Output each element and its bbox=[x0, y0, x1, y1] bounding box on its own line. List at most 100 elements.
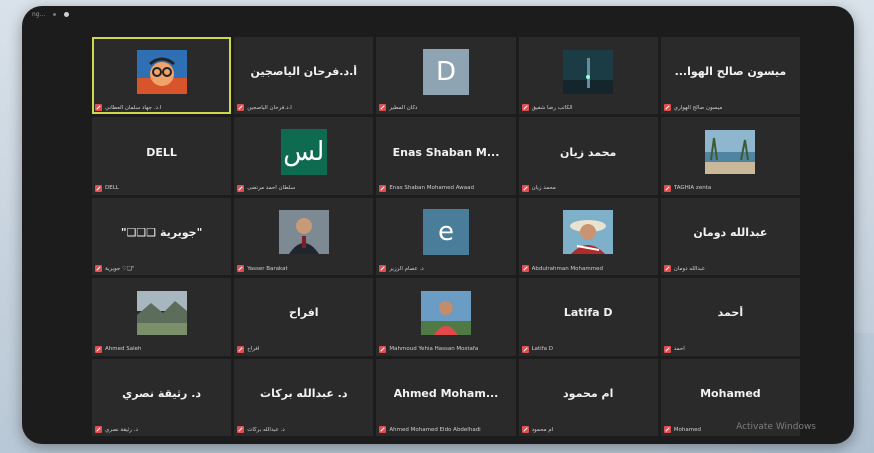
muted-mic-icon bbox=[663, 184, 671, 192]
participant-label-text: ميسون صالح الهواري bbox=[673, 104, 723, 111]
participant-video-thumbnail bbox=[278, 210, 329, 255]
participant-display-name: د. رثيقة نصري bbox=[122, 386, 202, 400]
window-title: ng... bbox=[32, 10, 46, 18]
participant-name-label: محمد زيان bbox=[521, 184, 556, 192]
participant-tile[interactable]: Ahmed Saleh bbox=[92, 278, 232, 356]
participant-tile[interactable]: لس سلطان أحمد مرتضى bbox=[234, 117, 374, 195]
participant-label-text: أ.د.فرحان الياصجين bbox=[247, 104, 292, 111]
participant-name-label: Latifa D bbox=[521, 345, 554, 353]
participant-label-text: سلطان أحمد مرتضى bbox=[247, 185, 296, 192]
participant-display-name: Mohamed bbox=[700, 386, 761, 400]
participant-grid: أ.د. جهاد سلمان العطاني أ.د.فرحان الياصجي… bbox=[92, 37, 800, 436]
participant-label-text: Latifa D bbox=[531, 346, 554, 353]
participant-tile[interactable]: د. رثيقة نصري د. رثيقة نصري bbox=[92, 358, 232, 436]
participant-video-thumbnail bbox=[705, 130, 756, 175]
participant-display-name: Latifa D bbox=[563, 306, 613, 320]
participant-tile[interactable]: Mahmoud Yehia Hassan Mostafa bbox=[376, 278, 516, 356]
participant-label-text: Ahmed Mohamed Eldo Abdelhadi bbox=[389, 426, 481, 433]
participant-display-name: DELL bbox=[146, 145, 177, 159]
participant-name-label: الكاتب رضا شفيق bbox=[521, 104, 573, 112]
participant-tile[interactable]: أ.د.فرحان الياصجين أ.د.فرحان الياصجين bbox=[234, 37, 374, 115]
muted-mic-icon bbox=[663, 265, 671, 273]
muted-mic-icon bbox=[237, 345, 245, 353]
participant-tile[interactable]: الكاتب رضا شفيق bbox=[518, 37, 658, 115]
participant-name-label: Mohamed bbox=[663, 426, 701, 433]
muted-mic-icon bbox=[95, 345, 102, 353]
muted-mic-icon bbox=[521, 345, 529, 353]
participant-tile[interactable]: Latifa D Latifa D bbox=[518, 278, 658, 356]
muted-mic-icon bbox=[237, 104, 245, 112]
participant-label-text: Enas Shaban Mohamed Awaad bbox=[389, 185, 474, 192]
participant-name-label: Ahmed Saleh bbox=[95, 345, 142, 353]
participant-tile[interactable]: افراح افراح bbox=[234, 278, 374, 356]
muted-mic-icon bbox=[95, 104, 102, 112]
letter-avatar: لس bbox=[280, 129, 327, 176]
participant-name-label: DELL bbox=[95, 184, 119, 192]
participant-display-name: ...ميسون صالح الهوا bbox=[674, 65, 787, 79]
participant-tile[interactable]: ...ميسون صالح الهوا ميسون صالح الهواري bbox=[660, 37, 800, 115]
participant-name-label: دكان المطير bbox=[379, 104, 418, 112]
muted-mic-icon bbox=[521, 184, 529, 192]
participant-tile[interactable]: أحمد أحمد bbox=[660, 278, 800, 356]
muted-mic-icon bbox=[663, 345, 671, 353]
participant-display-name: د. عبدالله بركات bbox=[260, 386, 348, 400]
participant-video-thumbnail bbox=[563, 49, 614, 94]
participant-name-label: عبدالله دومان bbox=[663, 265, 705, 273]
participant-label-text: د. رثيقة نصري bbox=[105, 426, 138, 433]
participant-display-name: افراح bbox=[289, 306, 319, 320]
participant-name-label: ام محمود bbox=[521, 426, 553, 433]
participant-tile[interactable]: e د. عصام الرزير bbox=[376, 197, 516, 276]
recording-dot-icon bbox=[53, 12, 57, 16]
muted-mic-icon bbox=[521, 426, 529, 433]
participant-label-text: Ahmed Saleh bbox=[105, 346, 142, 353]
participant-name-label: د. عبدالله بركات bbox=[237, 426, 285, 433]
participant-tile[interactable]: DELL DELL bbox=[92, 117, 232, 195]
participant-label-text: DELL bbox=[105, 185, 119, 192]
participant-label-text: أ.د. جهاد سلمان العطاني bbox=[105, 104, 162, 111]
participant-name-label: د. رثيقة نصري bbox=[95, 426, 138, 433]
participant-tile[interactable]: "❑❑❑ جويرية" جويرية ♡❑" bbox=[92, 197, 232, 276]
participant-tile[interactable]: ام محمود ام محمود bbox=[518, 358, 658, 436]
participant-tile[interactable]: Ahmed Moham... Ahmed Mohamed Eldo Abdelha… bbox=[376, 358, 516, 436]
participant-name-label: Abdulrahman Mohammed bbox=[521, 265, 603, 273]
muted-mic-icon bbox=[237, 265, 245, 273]
participant-tile[interactable]: د. عبدالله بركات د. عبدالله بركات bbox=[234, 358, 374, 436]
participant-label-text: د. عبدالله بركات bbox=[247, 426, 285, 433]
window-topbar: ng... bbox=[22, 6, 854, 22]
participant-name-label: ميسون صالح الهواري bbox=[663, 104, 723, 112]
participant-label-text: افراح bbox=[247, 346, 260, 353]
participant-name-label: افراح bbox=[237, 345, 260, 353]
participant-tile[interactable]: Abdulrahman Mohammed bbox=[518, 197, 658, 276]
participant-tile[interactable]: عبدالله دومان عبدالله دومان bbox=[660, 197, 800, 276]
muted-mic-icon bbox=[663, 426, 671, 433]
muted-mic-icon bbox=[379, 426, 387, 433]
participant-name-label: جويرية ♡❑" bbox=[95, 265, 134, 273]
participant-tile[interactable]: TAGHIA zenta bbox=[660, 117, 800, 195]
activate-windows-watermark: Activate Windows bbox=[736, 422, 816, 432]
participant-name-label: Ahmed Mohamed Eldo Abdelhadi bbox=[379, 426, 481, 433]
participant-name-label: أ.د.فرحان الياصجين bbox=[237, 104, 292, 112]
participant-tile[interactable]: D دكان المطير bbox=[376, 37, 516, 115]
participant-display-name: محمد زيان bbox=[560, 145, 617, 159]
muted-mic-icon bbox=[521, 265, 529, 273]
participant-video-thumbnail bbox=[136, 290, 187, 335]
meeting-window: ng... أ.د. جهاد سلمان العطاني أ.د.فرحان ا… bbox=[22, 6, 854, 444]
participant-name-label: TAGHIA zenta bbox=[663, 184, 711, 192]
participant-tile[interactable]: Yasser Barakat bbox=[234, 197, 374, 276]
participant-tile[interactable]: محمد زيان محمد زيان bbox=[518, 117, 658, 195]
participant-tile[interactable]: Enas Shaban M... Enas Shaban Mohamed Awaa… bbox=[376, 117, 516, 195]
participant-display-name: أ.د.فرحان الياصجين bbox=[250, 65, 358, 79]
letter-avatar: D bbox=[422, 48, 469, 95]
participant-label-text: محمد زيان bbox=[531, 185, 556, 192]
participant-label-text: Yasser Barakat bbox=[247, 265, 288, 272]
muted-mic-icon bbox=[379, 104, 387, 112]
participant-video-thumbnail bbox=[136, 49, 187, 94]
participant-display-name: Enas Shaban M... bbox=[392, 145, 500, 159]
muted-mic-icon bbox=[95, 426, 102, 433]
participant-display-name: ام محمود bbox=[563, 386, 614, 400]
participant-name-label: سلطان أحمد مرتضى bbox=[237, 184, 296, 192]
muted-mic-icon bbox=[663, 104, 671, 112]
participant-display-name: أحمد bbox=[717, 306, 744, 320]
participant-tile[interactable]: أ.د. جهاد سلمان العطاني bbox=[92, 37, 232, 115]
muted-mic-icon bbox=[237, 184, 245, 192]
